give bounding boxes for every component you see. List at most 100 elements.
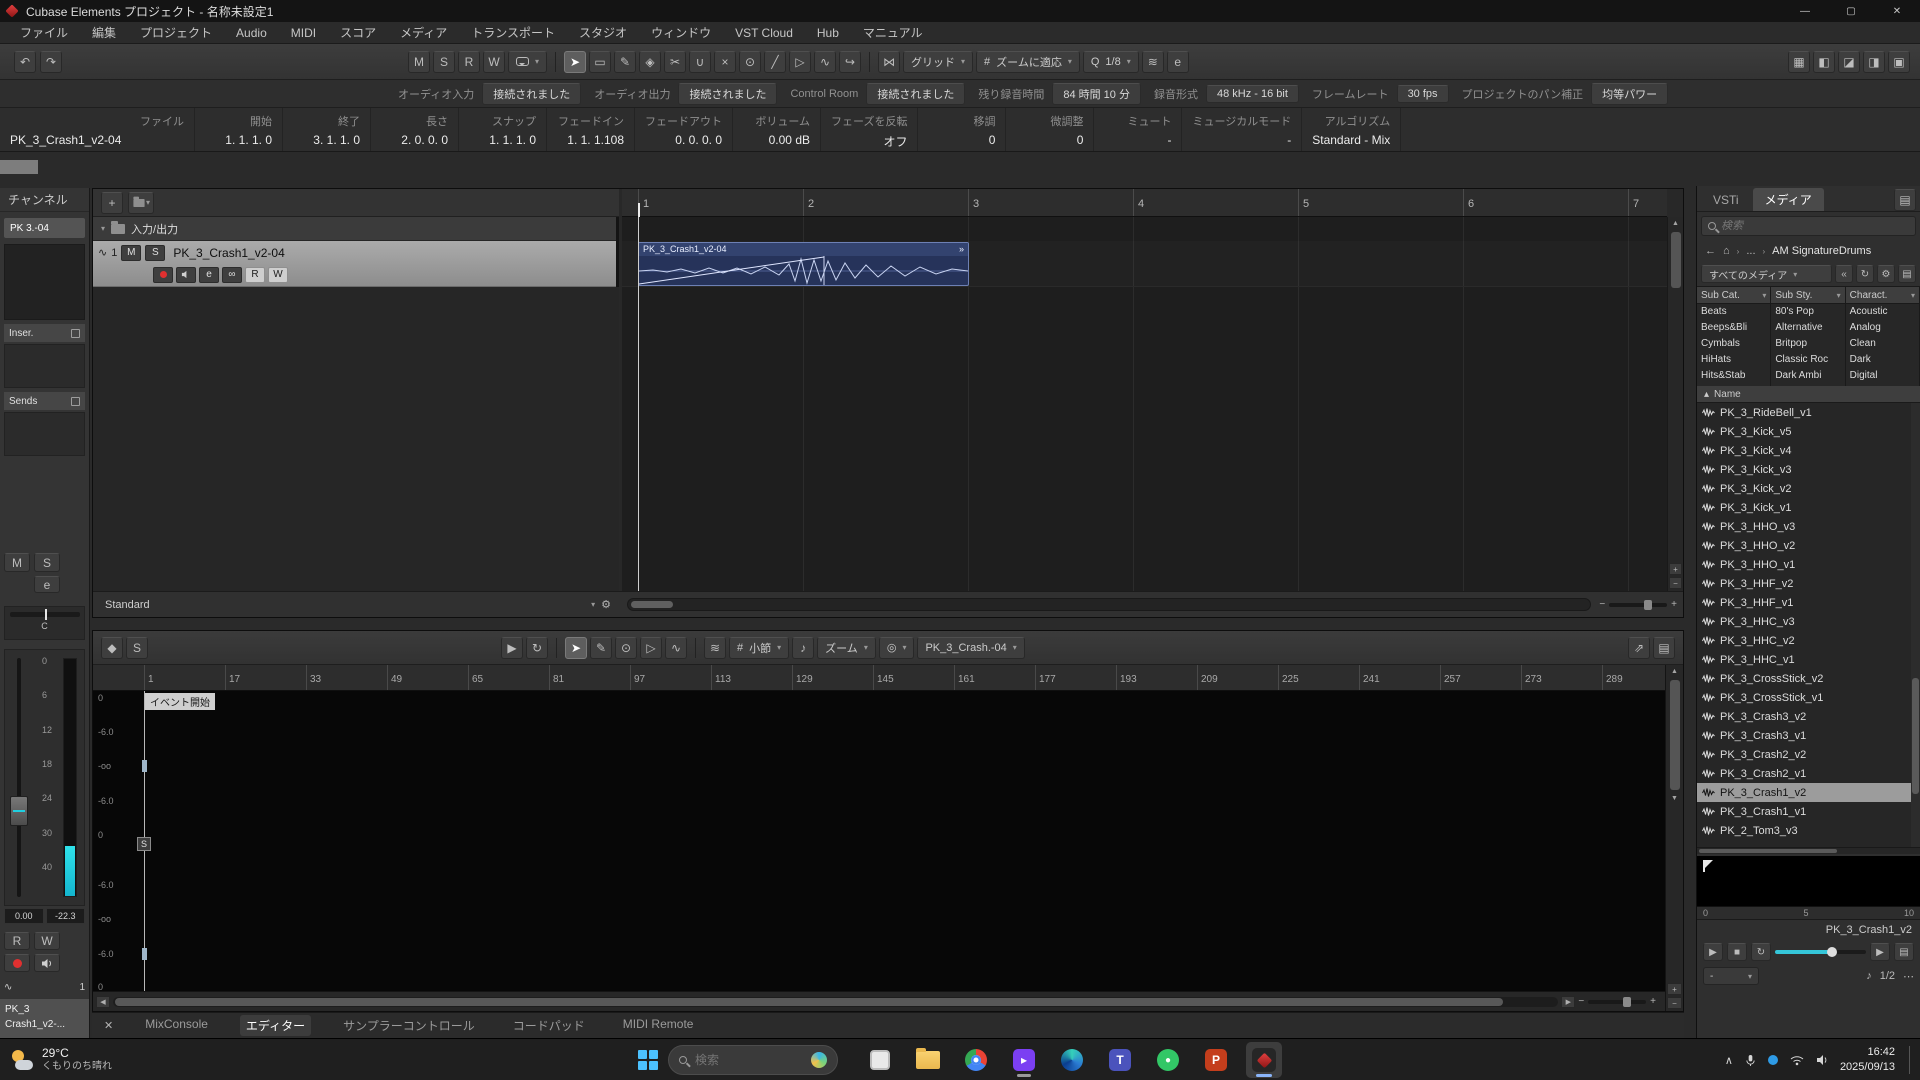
rewind-filter-button[interactable]: « <box>1835 265 1853 283</box>
info-field[interactable]: スナップ 1. 1. 1. 0 <box>459 108 547 151</box>
redo-button[interactable]: ↷ <box>40 50 62 73</box>
playhead-marker[interactable] <box>638 203 640 217</box>
note-icon[interactable]: ♪ <box>1866 970 1872 982</box>
audio-track-row[interactable]: ∿ 1 M S PK_3_Crash1_v2-04 e ∞ R W <box>93 241 616 287</box>
media-file-row[interactable]: PK_3_HHC_v3 <box>1697 612 1920 631</box>
open-in-window-button[interactable]: ⇗ <box>1628 636 1650 659</box>
tab-vsti[interactable]: VSTi <box>1701 188 1751 211</box>
channel-edit-button[interactable]: e <box>34 576 60 593</box>
preview-options-button[interactable]: ▤ <box>1894 943 1914 961</box>
line-icon[interactable]: ● <box>1150 1042 1186 1078</box>
explorer-icon[interactable] <box>910 1042 946 1078</box>
monitor-button[interactable] <box>34 954 60 972</box>
zoom-out-button[interactable]: − <box>1578 996 1584 1007</box>
preview-play-button[interactable]: ▶ <box>1703 943 1723 961</box>
info-field[interactable]: 開始 1. 1. 1. 0 <box>195 108 283 151</box>
show-desktop-button[interactable] <box>1909 1046 1912 1074</box>
scrollbar-thumb[interactable] <box>1669 680 1680 790</box>
scrollbar-thumb[interactable] <box>1670 232 1681 288</box>
media-file-row[interactable]: PK_3_Crash1_v2 <box>1697 783 1920 802</box>
disclosure-icon[interactable]: ▾ <box>101 224 105 233</box>
media-file-row[interactable]: PK_3_Kick_v5 <box>1697 422 1920 441</box>
media-search-box[interactable] <box>1701 216 1916 236</box>
menu-item[interactable]: マニュアル <box>851 22 935 43</box>
filter-column-header[interactable]: Sub Cat. ▾ <box>1697 287 1771 304</box>
filter-item[interactable]: Beeps&Bli <box>1697 320 1770 336</box>
media-file-row[interactable]: PK_3_Crash1_v1 <box>1697 802 1920 821</box>
editor-setup-button[interactable]: ▤ <box>1653 636 1675 659</box>
info-field[interactable]: ミュージカルモード - <box>1182 108 1303 151</box>
scrollbar-thumb[interactable] <box>1699 849 1838 853</box>
scrollbar-track[interactable] <box>113 996 1559 1007</box>
track-mute-button[interactable]: M <box>121 244 142 261</box>
close-button[interactable]: ✕ <box>1874 0 1920 22</box>
pan-control[interactable]: C <box>4 606 85 640</box>
panel-setup-button[interactable]: ▤ <box>1894 188 1916 211</box>
filter-item[interactable]: Beats <box>1697 304 1770 320</box>
info-field[interactable]: ファイル PK_3_Crash1_v2-04 <box>0 108 195 151</box>
menu-item[interactable]: メディア <box>388 22 459 43</box>
results-name-header[interactable]: ▴ Name <box>1697 386 1920 403</box>
grid-dropdown[interactable]: グリッド ▾ <box>903 50 974 73</box>
menu-item[interactable]: ファイル <box>8 22 80 43</box>
back-icon[interactable]: ← <box>1705 245 1716 257</box>
draw-tool[interactable]: ✎ <box>614 50 637 73</box>
editor-draw-tool[interactable]: ✎ <box>590 636 612 659</box>
breadcrumb-ellipsis[interactable]: ... <box>1746 245 1755 257</box>
editor-select-tool[interactable]: ➤ <box>565 636 587 659</box>
zoom-out-button[interactable]: − <box>1667 997 1682 1009</box>
window-divider-handle[interactable] <box>0 160 38 174</box>
zoom-slider[interactable] <box>1609 599 1668 610</box>
info-field[interactable]: フェードアウト 0. 0. 0. 0 <box>635 108 733 151</box>
zoom-in-button[interactable]: + <box>1669 563 1682 575</box>
view-options-dropdown[interactable]: ◎ ▾ <box>878 636 915 659</box>
filter-item[interactable]: Britpop <box>1771 336 1844 352</box>
edge-icon[interactable] <box>1054 1042 1090 1078</box>
tab-mixconsole[interactable]: MixConsole <box>139 1015 214 1036</box>
channel-solo-button[interactable]: S <box>34 553 60 572</box>
info-field[interactable]: フェーズを反転 オフ <box>821 108 919 151</box>
zoom-in-button[interactable]: + <box>1667 983 1682 995</box>
media-file-row[interactable]: PK_3_RideBell_v1 <box>1697 403 1920 422</box>
media-file-row[interactable]: PK_3_CrossStick_v2 <box>1697 669 1920 688</box>
tray-expand-icon[interactable]: ∧ <box>1725 1054 1733 1067</box>
zoom-in-button[interactable]: + <box>1650 996 1656 1007</box>
filter-item[interactable]: 80's Pop <box>1771 304 1844 320</box>
zoom-slider[interactable] <box>1588 996 1647 1007</box>
menu-item[interactable]: VST Cloud <box>723 22 805 43</box>
tab-sampler-control[interactable]: サンプラーコントロール <box>337 1015 481 1036</box>
mute-tool[interactable]: × <box>714 50 737 73</box>
scrollbar-thumb[interactable] <box>115 997 1503 1006</box>
menu-item[interactable]: プロジェクト <box>128 22 224 43</box>
editor-autoscroll-button[interactable]: ≋ <box>704 636 726 659</box>
filter-column-header[interactable]: Charact. ▾ <box>1845 287 1919 304</box>
auto-scroll-button[interactable]: ↪ <box>839 50 862 73</box>
track-preset-row[interactable]: Standard ▾ ⚙ <box>93 598 619 612</box>
status-value[interactable]: 接続されました <box>678 82 778 105</box>
filter-item[interactable]: Clean <box>1846 336 1919 352</box>
editor-zoom-dropdown[interactable]: ズーム ▾ <box>817 636 876 659</box>
file-list-hscrollbar[interactable] <box>1697 847 1920 854</box>
right-zone-toggle[interactable]: ◨ <box>1863 50 1885 73</box>
close-lower-zone-button[interactable]: ✕ <box>104 1019 113 1032</box>
editor-ruler[interactable]: 1 17 33 49 65 81 97 113 129 145 161 177 193 209 225 241… <box>93 665 1665 691</box>
volume-knob[interactable] <box>1827 947 1838 957</box>
info-field[interactable]: 微調整 0 <box>1006 108 1095 151</box>
editor-play-tool[interactable]: ▷ <box>640 636 662 659</box>
editor-link-button[interactable]: ◆ <box>101 636 123 659</box>
filter-item[interactable]: Acoustic <box>1846 304 1919 320</box>
track-write-button[interactable]: W <box>268 266 288 283</box>
project-ruler[interactable]: 1234567 <box>622 189 1667 217</box>
status-value[interactable]: 30 fps <box>1396 84 1449 103</box>
layout-grid-button[interactable]: ▦ <box>1788 50 1810 73</box>
media-file-row[interactable]: PK_3_Crash2_v1 <box>1697 764 1920 783</box>
automation-dropdown[interactable]: ▾ <box>508 50 548 73</box>
play-tool[interactable]: ▷ <box>789 50 812 73</box>
scroll-up-icon[interactable]: ▲ <box>1668 217 1683 230</box>
track-monitor-button[interactable] <box>176 266 196 283</box>
preview-tempo-dropdown[interactable]: - ▾ <box>1703 967 1759 985</box>
menu-item[interactable]: ウィンドウ <box>639 22 723 43</box>
media-file-row[interactable]: PK_3_Kick_v1 <box>1697 498 1920 517</box>
lower-zone-toggle[interactable]: ◪ <box>1838 50 1860 73</box>
cubase-taskbar-icon[interactable] <box>1246 1042 1282 1078</box>
